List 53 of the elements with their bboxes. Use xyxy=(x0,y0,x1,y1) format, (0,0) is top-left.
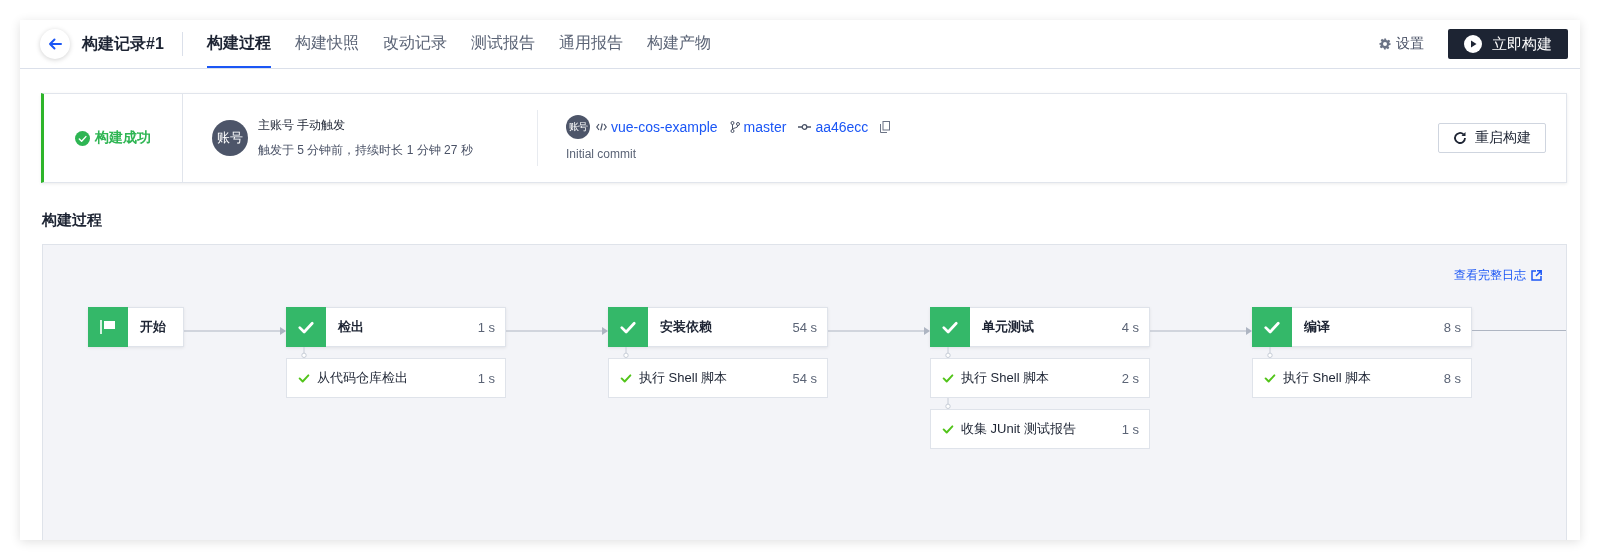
step-row[interactable]: 从代码仓库检出 1 s xyxy=(286,358,506,398)
settings-icon xyxy=(1379,38,1391,50)
tab[interactable]: 测试报告 xyxy=(470,20,535,68)
success-icon xyxy=(75,130,90,146)
play-icon xyxy=(1464,35,1482,53)
restart-build-button[interactable]: 重启构建 xyxy=(1438,123,1546,153)
check-icon xyxy=(1263,371,1277,385)
refresh-icon xyxy=(1453,131,1467,145)
tab[interactable]: 改动记录 xyxy=(382,20,447,68)
branch-link[interactable]: master xyxy=(729,119,787,135)
user-avatar: 账号 xyxy=(212,120,248,156)
connector-line xyxy=(945,347,951,358)
commit-icon xyxy=(798,123,812,131)
commit-link[interactable]: aa46ecc xyxy=(798,119,869,135)
build-status: 构建成功 xyxy=(95,129,151,147)
check-icon xyxy=(619,371,633,385)
repo-link[interactable]: vue-cos-example xyxy=(596,119,718,135)
check-icon xyxy=(941,422,955,436)
step-row[interactable]: 执行 Shell 脚本 8 s xyxy=(1252,358,1472,398)
stage-node[interactable]: 检出 1 s xyxy=(286,307,506,347)
stage-node[interactable]: 单元测试 4 s xyxy=(930,307,1150,347)
copy-icon[interactable] xyxy=(880,121,891,133)
external-link-icon xyxy=(1531,269,1542,281)
timing-text: 触发于 5 分钟前，持续时长 1 分钟 27 秒 xyxy=(258,142,473,159)
page-title: 构建记录#1 xyxy=(82,33,164,54)
connector-line xyxy=(1267,347,1273,358)
start-node[interactable]: 开始 xyxy=(88,307,184,347)
settings-button[interactable]: 设置 xyxy=(1379,35,1424,53)
step-row[interactable]: 执行 Shell 脚本 2 s xyxy=(930,358,1150,398)
code-icon xyxy=(596,122,607,132)
step-row[interactable]: 执行 Shell 脚本 54 s xyxy=(608,358,828,398)
back-arrow-icon xyxy=(48,37,62,51)
full-log-link[interactable]: 查看完整日志 xyxy=(1454,265,1542,285)
tab[interactable]: 构建产物 xyxy=(646,20,711,68)
trigger-text: 主账号 手动触发 xyxy=(258,117,347,134)
step-row[interactable]: 收集 JUnit 测试报告 1 s xyxy=(930,409,1150,449)
check-icon xyxy=(297,371,311,385)
section-title: 构建过程 xyxy=(42,211,103,230)
connector-line xyxy=(301,347,307,358)
tab[interactable]: 通用报告 xyxy=(558,20,623,68)
repo-avatar: 账号 xyxy=(566,115,590,139)
connector-line xyxy=(623,347,629,358)
tab[interactable]: 构建快照 xyxy=(294,20,359,68)
flag-icon xyxy=(100,320,116,334)
stage-node[interactable]: 编译 8 s xyxy=(1252,307,1472,347)
stage-node[interactable]: 安装依赖 54 s xyxy=(608,307,828,347)
connector-line xyxy=(945,398,951,409)
tab[interactable]: 构建过程 xyxy=(206,20,271,68)
run-build-button[interactable]: 立即构建 xyxy=(1448,29,1568,59)
commit-message: Initial commit xyxy=(566,147,637,161)
back-button[interactable] xyxy=(40,29,70,59)
check-icon xyxy=(941,371,955,385)
branch-icon xyxy=(729,121,740,133)
